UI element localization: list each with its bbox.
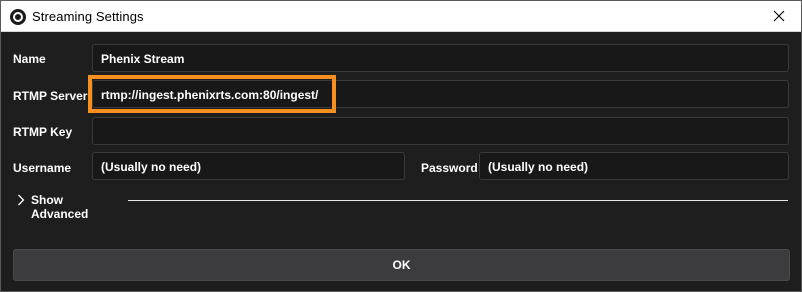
window-title: Streaming Settings	[32, 9, 144, 24]
rtmp-key-label: RTMP Key	[13, 125, 73, 139]
obs-logo-icon	[10, 9, 26, 25]
username-label: Username	[13, 161, 72, 175]
title-bar: Streaming Settings	[1, 1, 801, 32]
streaming-settings-dialog: Streaming Settings Name Phenix Stream RT…	[0, 0, 802, 292]
rtmp-server-label: RTMP Server	[13, 89, 88, 103]
password-label: Password	[421, 161, 478, 175]
close-button[interactable]	[757, 1, 801, 32]
advanced-divider	[128, 200, 788, 201]
rtmp-key-field[interactable]	[92, 117, 789, 145]
chevron-right-icon	[18, 194, 25, 206]
name-field[interactable]: Phenix Stream	[92, 44, 789, 72]
password-field[interactable]: (Usually no need)	[479, 152, 789, 180]
rtmp-server-field[interactable]: rtmp://ingest.phenixrts.com:80/ingest/	[92, 80, 789, 108]
ok-button[interactable]: OK	[13, 249, 790, 281]
username-field[interactable]: (Usually no need)	[92, 152, 405, 180]
show-advanced-label: Show Advanced	[31, 193, 89, 221]
show-advanced-toggle[interactable]: Show Advanced	[13, 190, 123, 221]
close-icon	[773, 10, 785, 22]
name-label: Name	[13, 52, 46, 66]
